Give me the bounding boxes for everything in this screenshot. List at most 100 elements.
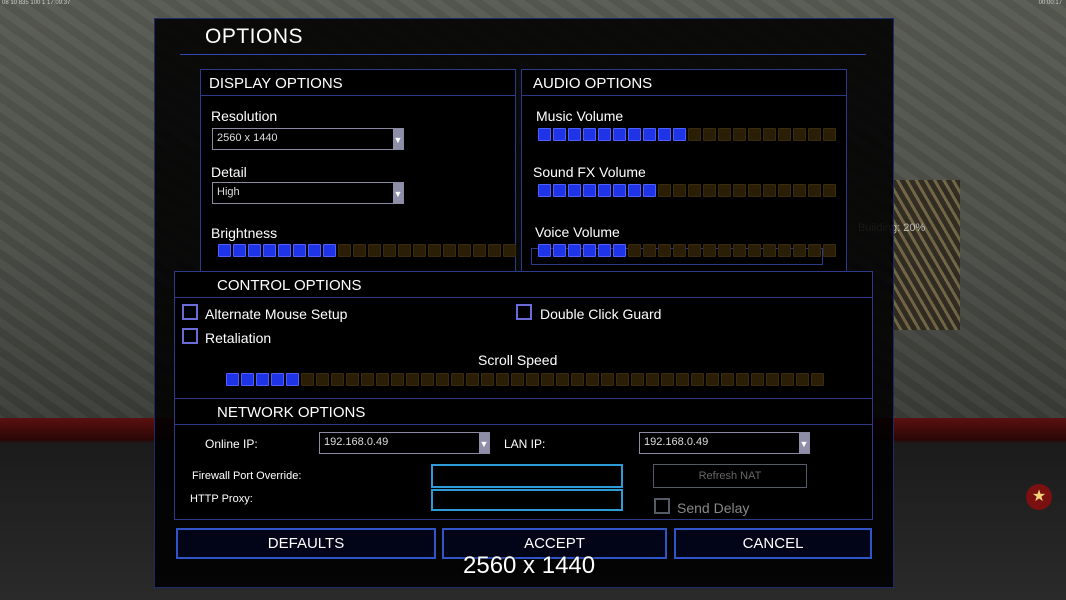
slider-segment[interactable] <box>718 128 731 141</box>
slider-segment[interactable] <box>568 184 581 197</box>
slider-segment[interactable] <box>271 373 284 386</box>
slider-segment[interactable] <box>748 128 761 141</box>
slider-segment[interactable] <box>676 373 689 386</box>
sound-fx-volume-slider[interactable] <box>538 184 836 197</box>
chevron-down-icon[interactable]: ▼ <box>393 129 403 149</box>
slider-segment[interactable] <box>643 184 656 197</box>
slider-segment[interactable] <box>646 373 659 386</box>
slider-segment[interactable] <box>383 244 396 257</box>
slider-segment[interactable] <box>353 244 366 257</box>
slider-segment[interactable] <box>436 373 449 386</box>
slider-segment[interactable] <box>316 373 329 386</box>
slider-segment[interactable] <box>781 373 794 386</box>
slider-segment[interactable] <box>526 373 539 386</box>
slider-segment[interactable] <box>568 128 581 141</box>
slider-segment[interactable] <box>511 373 524 386</box>
detail-dropdown[interactable]: High ▼ <box>212 182 404 204</box>
slider-segment[interactable] <box>718 244 731 257</box>
slider-segment[interactable] <box>583 128 596 141</box>
retaliation-checkbox[interactable] <box>182 328 198 344</box>
brightness-slider[interactable] <box>218 244 516 257</box>
music-volume-slider[interactable] <box>538 128 836 141</box>
slider-segment[interactable] <box>703 128 716 141</box>
slider-segment[interactable] <box>553 128 566 141</box>
slider-segment[interactable] <box>226 373 239 386</box>
slider-segment[interactable] <box>673 244 686 257</box>
slider-segment[interactable] <box>688 244 701 257</box>
slider-segment[interactable] <box>286 373 299 386</box>
slider-segment[interactable] <box>413 244 426 257</box>
slider-segment[interactable] <box>421 373 434 386</box>
slider-segment[interactable] <box>598 184 611 197</box>
slider-segment[interactable] <box>766 373 779 386</box>
slider-segment[interactable] <box>308 244 321 257</box>
slider-segment[interactable] <box>733 184 746 197</box>
slider-segment[interactable] <box>338 244 351 257</box>
slider-segment[interactable] <box>391 373 404 386</box>
slider-segment[interactable] <box>718 184 731 197</box>
slider-segment[interactable] <box>628 184 641 197</box>
http-proxy-input[interactable] <box>431 489 623 511</box>
slider-segment[interactable] <box>488 244 501 257</box>
slider-segment[interactable] <box>688 128 701 141</box>
slider-segment[interactable] <box>643 244 656 257</box>
resolution-dropdown[interactable]: 2560 x 1440 ▼ <box>212 128 404 150</box>
slider-segment[interactable] <box>658 244 671 257</box>
slider-segment[interactable] <box>793 184 806 197</box>
scroll-speed-slider[interactable] <box>226 373 824 386</box>
slider-segment[interactable] <box>751 373 764 386</box>
slider-segment[interactable] <box>796 373 809 386</box>
slider-segment[interactable] <box>823 128 836 141</box>
slider-segment[interactable] <box>673 184 686 197</box>
slider-segment[interactable] <box>256 373 269 386</box>
slider-segment[interactable] <box>763 244 776 257</box>
slider-segment[interactable] <box>301 373 314 386</box>
slider-segment[interactable] <box>553 244 566 257</box>
slider-segment[interactable] <box>458 244 471 257</box>
slider-segment[interactable] <box>736 373 749 386</box>
lan-ip-dropdown[interactable]: 192.168.0.49 ▼ <box>639 432 810 454</box>
slider-segment[interactable] <box>466 373 479 386</box>
slider-segment[interactable] <box>703 184 716 197</box>
slider-segment[interactable] <box>688 184 701 197</box>
slider-segment[interactable] <box>556 373 569 386</box>
slider-segment[interactable] <box>473 244 486 257</box>
slider-segment[interactable] <box>811 373 824 386</box>
chevron-down-icon[interactable]: ▼ <box>799 433 809 453</box>
slider-segment[interactable] <box>583 184 596 197</box>
cancel-button[interactable]: CANCEL <box>674 528 872 559</box>
slider-segment[interactable] <box>658 184 671 197</box>
slider-segment[interactable] <box>598 244 611 257</box>
slider-segment[interactable] <box>733 128 746 141</box>
slider-segment[interactable] <box>793 244 806 257</box>
refresh-nat-button[interactable]: Refresh NAT <box>653 464 807 488</box>
slider-segment[interactable] <box>586 373 599 386</box>
slider-segment[interactable] <box>496 373 509 386</box>
slider-segment[interactable] <box>808 244 821 257</box>
slider-segment[interactable] <box>613 244 626 257</box>
slider-segment[interactable] <box>778 128 791 141</box>
firewall-port-input[interactable] <box>431 464 623 488</box>
slider-segment[interactable] <box>808 184 821 197</box>
slider-segment[interactable] <box>218 244 231 257</box>
slider-segment[interactable] <box>748 184 761 197</box>
slider-segment[interactable] <box>721 373 734 386</box>
slider-segment[interactable] <box>763 128 776 141</box>
slider-segment[interactable] <box>571 373 584 386</box>
slider-segment[interactable] <box>503 244 516 257</box>
slider-segment[interactable] <box>583 244 596 257</box>
slider-segment[interactable] <box>613 184 626 197</box>
slider-segment[interactable] <box>553 184 566 197</box>
slider-segment[interactable] <box>691 373 704 386</box>
slider-segment[interactable] <box>613 128 626 141</box>
slider-segment[interactable] <box>428 244 441 257</box>
slider-segment[interactable] <box>616 373 629 386</box>
slider-segment[interactable] <box>823 244 836 257</box>
slider-segment[interactable] <box>733 244 746 257</box>
slider-segment[interactable] <box>823 184 836 197</box>
slider-segment[interactable] <box>778 184 791 197</box>
slider-segment[interactable] <box>451 373 464 386</box>
slider-segment[interactable] <box>443 244 456 257</box>
slider-segment[interactable] <box>568 244 581 257</box>
slider-segment[interactable] <box>763 184 776 197</box>
